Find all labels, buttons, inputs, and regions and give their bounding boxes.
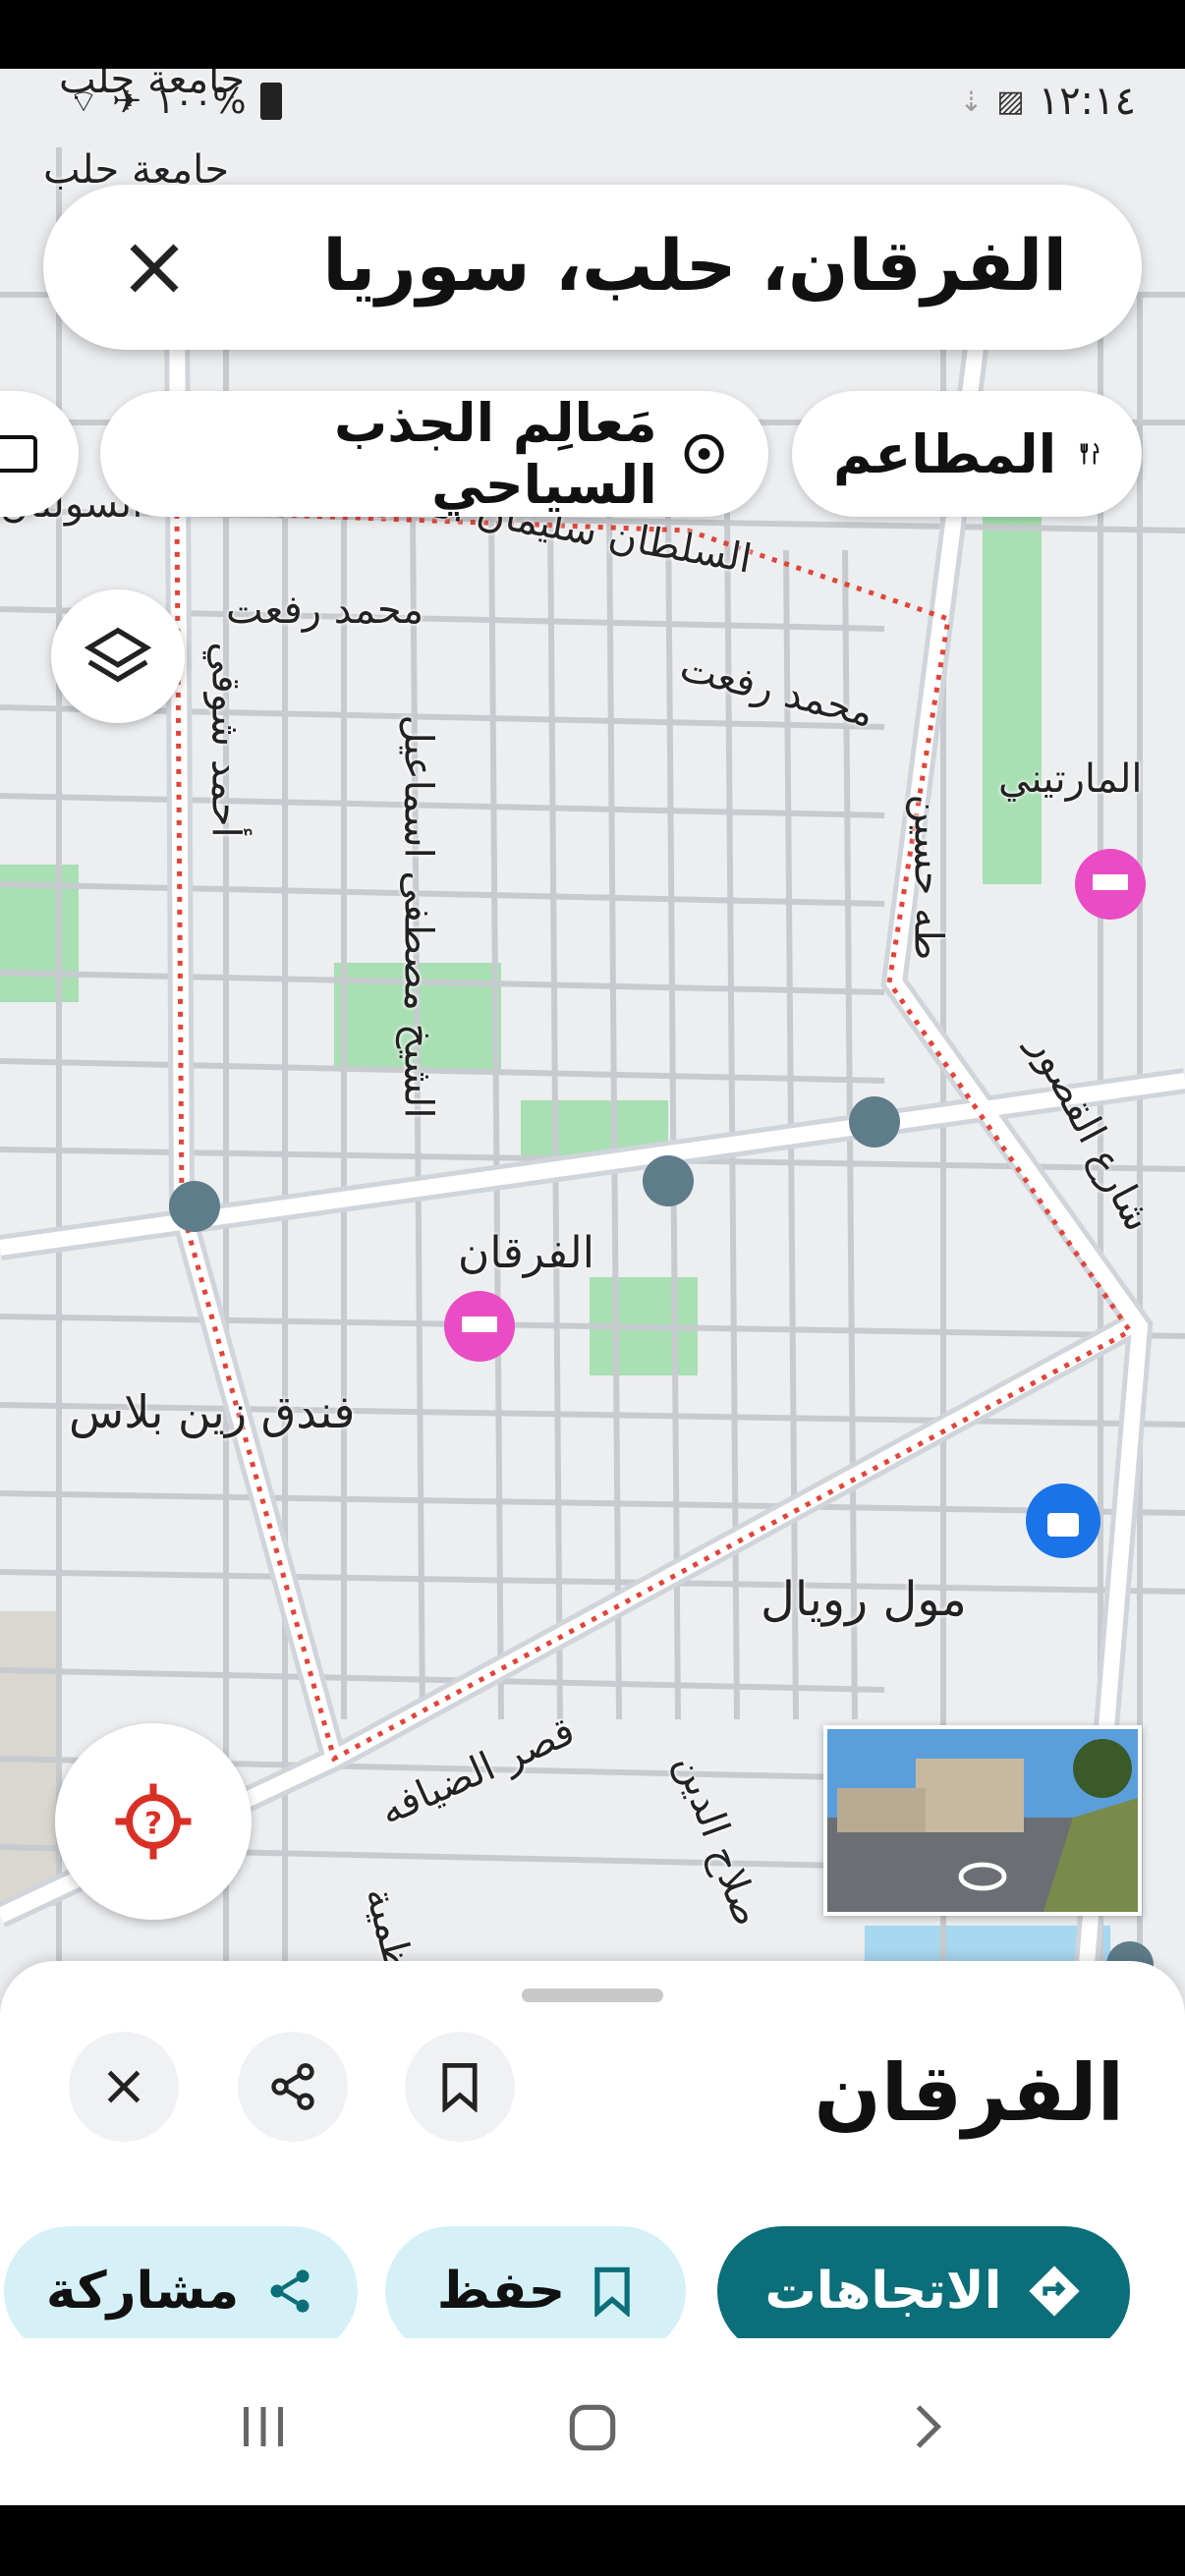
status-bar-background <box>0 0 1185 69</box>
area-label-martini: المارتيني <box>998 756 1143 802</box>
bus-stop-icon[interactable] <box>643 1155 694 1206</box>
search-query[interactable]: الفرقان، حلب، سوريا <box>322 224 1067 307</box>
bed-icon <box>1093 874 1128 890</box>
back-icon[interactable] <box>896 2397 955 2456</box>
bottom-black-bar <box>0 2505 1185 2576</box>
street-view-thumbnail[interactable] <box>823 1725 1142 1916</box>
close-icon <box>107 2070 141 2103</box>
chip-label: مَعالِم الجذب السياحي <box>333 392 657 516</box>
bookmark-icon <box>442 2062 478 2112</box>
street-label-rifaat: محمد رفعت <box>226 588 424 633</box>
layers-icon <box>84 627 152 683</box>
airplane-icon: ✈ <box>112 81 142 122</box>
mall-pin[interactable] <box>1026 1484 1100 1558</box>
bookmark-button[interactable] <box>405 2032 515 2142</box>
sheet-drag-handle[interactable] <box>522 1988 663 2002</box>
status-time: ١٢:١٤ <box>1038 79 1136 124</box>
chip-label: المطاعم <box>833 422 1057 485</box>
status-icons: ⌔ ✈ ١٠٠% <box>69 77 282 126</box>
screen: جامعة حلب جامعة حلب السلطان سليمان القان… <box>0 0 1185 2576</box>
svg-text:?: ? <box>144 1806 162 1841</box>
home-icon[interactable] <box>562 2397 623 2458</box>
mall-label[interactable]: مول رويال <box>761 1572 967 1627</box>
attraction-icon <box>684 433 724 475</box>
location-unknown-icon: ? <box>115 1783 192 1860</box>
street-label-mustafa: الشيخ مصطفى اسماعيل <box>395 714 441 1119</box>
share-label: مشاركة <box>45 2262 240 2321</box>
search-bar[interactable]: الفرقان، حلب، سوريا <box>43 185 1142 350</box>
chip-attractions[interactable]: مَعالِم الجذب السياحي <box>100 391 768 517</box>
close-sheet-button[interactable] <box>69 2032 179 2142</box>
save-button[interactable]: حفظ <box>385 2226 686 2356</box>
share-icon <box>271 2063 314 2110</box>
share-button[interactable] <box>238 2032 348 2142</box>
park-area <box>983 511 1042 884</box>
place-title: الفرقان <box>814 2047 1124 2139</box>
restaurant-icon <box>1080 442 1100 465</box>
hotel-chip-icon <box>0 435 37 473</box>
layers-button[interactable] <box>51 589 185 723</box>
share-action-button[interactable]: مشاركة <box>4 2226 358 2356</box>
bookmark-icon <box>594 2267 631 2317</box>
neighborhood-label: الفرقان <box>458 1228 594 1278</box>
wifi-icon: ⌔ <box>69 83 99 120</box>
download-icon: ⇣ <box>959 84 984 118</box>
gallery-icon: ▨ <box>996 84 1025 119</box>
status-time-area: ⇣ ▨ ١٢:١٤ <box>960 77 1136 126</box>
bag-glyph <box>1047 1513 1079 1537</box>
recent-apps-icon[interactable] <box>234 2397 293 2456</box>
street-label-partial-left: أحمد شوقي <box>202 642 249 838</box>
close-icon[interactable] <box>122 236 187 301</box>
bed-icon <box>462 1316 497 1332</box>
street-label-hussein: طه حسين <box>905 794 951 961</box>
directions-icon <box>1029 2266 1081 2317</box>
battery-percent: ١٠٠% <box>155 81 247 122</box>
directions-label: الاتجاهات <box>764 2262 1002 2321</box>
street-view-rotate-icon <box>958 1862 1007 1891</box>
directions-button[interactable]: الاتجاهات <box>717 2226 1130 2356</box>
bus-stop-icon[interactable] <box>849 1096 900 1148</box>
bus-stop-icon[interactable] <box>169 1181 220 1232</box>
battery-icon <box>259 83 282 120</box>
hotel-pin-zain[interactable] <box>444 1291 515 1362</box>
share-icon <box>270 2269 310 2313</box>
hotel-pin-martini[interactable] <box>1075 849 1146 920</box>
save-label: حفظ <box>436 2262 566 2321</box>
chip-restaurants[interactable]: المطاعم <box>792 391 1142 517</box>
hotel-label[interactable]: فندق زين بلاس <box>69 1385 355 1438</box>
my-location-button[interactable]: ? <box>55 1723 252 1920</box>
